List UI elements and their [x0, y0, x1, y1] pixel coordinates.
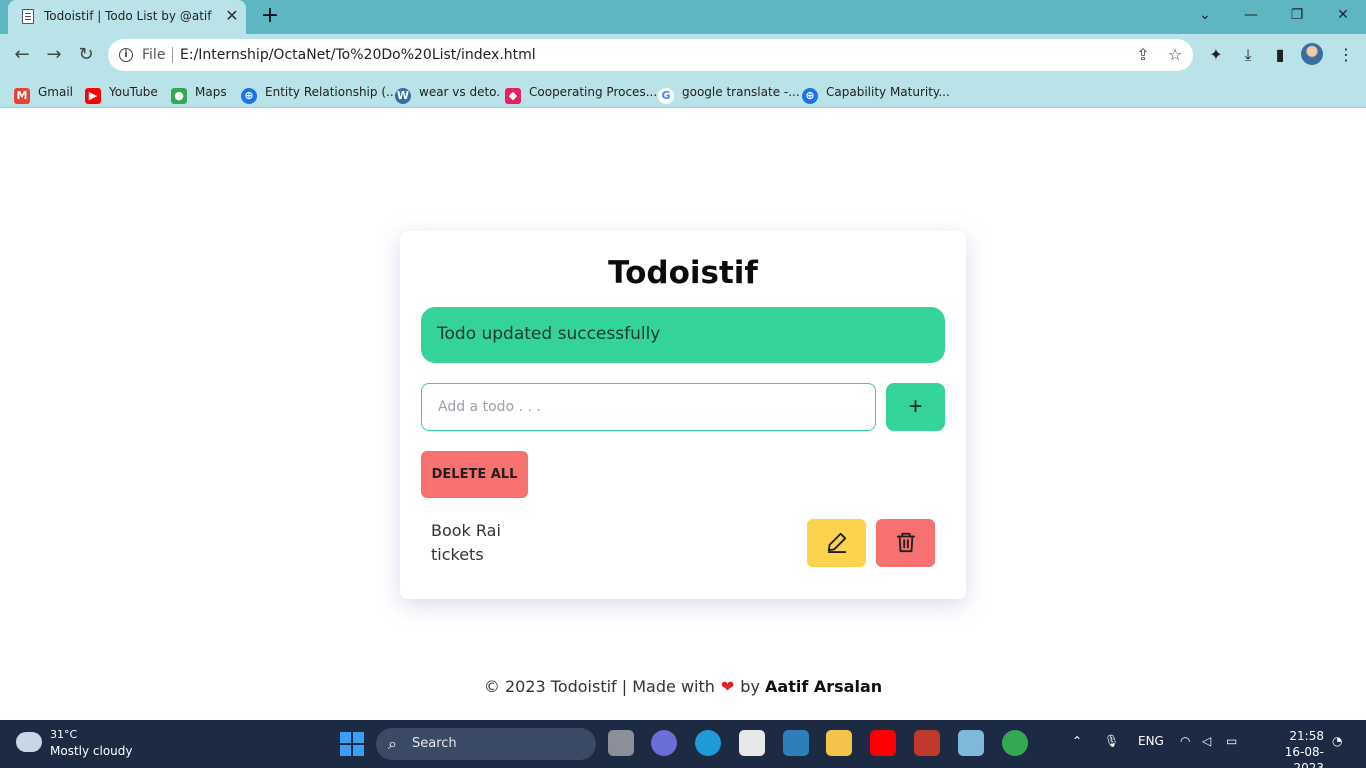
- minimize-button[interactable]: —: [1236, 3, 1266, 27]
- maps-icon: ●: [171, 88, 187, 104]
- youtube-icon[interactable]: [870, 730, 896, 756]
- download-icon[interactable]: ⤓: [1236, 43, 1260, 67]
- browser-toolbar: ← → ↻ i File E:/Internship/OctaNet/To%20…: [0, 34, 1366, 76]
- wifi-icon[interactable]: ◠: [1180, 734, 1190, 748]
- bookmark-label: YouTube: [109, 85, 158, 99]
- start-button[interactable]: [340, 732, 364, 756]
- youtube-icon: ▶: [85, 88, 101, 104]
- reload-button[interactable]: ↻: [74, 43, 98, 67]
- divider: [172, 47, 173, 63]
- heart-icon: ❤: [720, 677, 735, 696]
- volume-icon[interactable]: ◁: [1202, 734, 1211, 748]
- edit-button[interactable]: [807, 519, 866, 567]
- star-icon[interactable]: ☆: [1165, 45, 1185, 65]
- trash-icon: [896, 532, 916, 553]
- side-panel-icon[interactable]: ▮: [1268, 43, 1292, 67]
- todo-text: Book Rai tickets: [431, 521, 501, 564]
- footer-text: © 2023 Todoistif | Made with: [483, 677, 715, 696]
- bookmark-label: Entity Relationship (...: [265, 85, 398, 99]
- wordpress-icon: W: [395, 88, 411, 104]
- success-alert: Todo updated successfully: [421, 307, 945, 363]
- info-icon[interactable]: i: [119, 48, 133, 62]
- restore-button[interactable]: ❐: [1282, 3, 1312, 27]
- app-icon[interactable]: [783, 730, 809, 756]
- bookmark-label: wear vs deto.: [419, 85, 501, 99]
- bookmark-capability-maturity[interactable]: ⊕ Capability Maturity...: [802, 82, 950, 104]
- edge-icon[interactable]: [695, 730, 721, 756]
- store-icon[interactable]: [739, 730, 765, 756]
- weather-condition: Mostly cloudy: [50, 744, 133, 758]
- language-indicator[interactable]: ENG: [1138, 734, 1164, 748]
- close-icon[interactable]: ✕: [223, 7, 241, 25]
- chat-icon[interactable]: [651, 730, 677, 756]
- todo-item: Book Rai tickets: [421, 519, 945, 567]
- pencil-icon: [827, 532, 847, 553]
- clock[interactable]: 21:58 16-08-2023: [1258, 728, 1324, 768]
- file-explorer-icon[interactable]: [826, 730, 852, 756]
- show-hidden-icons[interactable]: ⌃: [1072, 734, 1082, 748]
- bookmark-label: Capability Maturity...: [826, 85, 950, 99]
- battery-icon[interactable]: ▭: [1226, 734, 1237, 748]
- todo-card: Todoistif Todo updated successfully + DE…: [400, 231, 966, 599]
- google-icon: G: [658, 88, 674, 104]
- delete-button[interactable]: [876, 519, 935, 567]
- gmail-icon: M: [14, 88, 30, 104]
- weather-icon[interactable]: [16, 727, 42, 752]
- search-label: Search: [412, 736, 457, 751]
- footer-author: Aatif Arsalan: [765, 677, 883, 696]
- url-text[interactable]: E:/Internship/OctaNet/To%20Do%20List/ind…: [180, 47, 536, 63]
- bookmark-maps[interactable]: ● Maps: [171, 82, 227, 104]
- bookmark-cooperating-process[interactable]: ◆ Cooperating Proces...: [505, 82, 658, 104]
- scheme-label: File: [142, 47, 166, 63]
- back-button[interactable]: ←: [10, 43, 34, 67]
- app-title: Todoistif: [608, 255, 758, 291]
- page-footer: © 2023 Todoistif | Made with ❤ by Aatif Ar…: [0, 677, 1366, 696]
- address-bar[interactable]: i File E:/Internship/OctaNet/To%20Do%20L…: [108, 39, 1193, 71]
- plus-icon: +: [908, 393, 923, 420]
- bookmark-entity-relationship[interactable]: ⊕ Entity Relationship (...: [241, 82, 398, 104]
- bookmark-youtube[interactable]: ▶ YouTube: [85, 82, 158, 104]
- browser-tab[interactable]: Todoistif | Todo List by @atif ✕: [8, 0, 246, 34]
- delete-all-button[interactable]: DELETE ALL: [421, 451, 528, 498]
- search-icon: ⌕: [388, 734, 397, 753]
- menu-icon[interactable]: ⋮: [1334, 43, 1358, 67]
- camera-icon[interactable]: [914, 730, 940, 756]
- bookmark-gmail[interactable]: M Gmail: [14, 82, 74, 104]
- page-icon: [22, 9, 34, 24]
- bookmark-label: Cooperating Proces...: [529, 85, 658, 99]
- bookmark-label: Maps: [195, 85, 227, 99]
- tab-search-icon[interactable]: ⌄: [1190, 3, 1220, 27]
- bookmark-label: google translate -...: [682, 85, 800, 99]
- temperature: 31°C: [50, 728, 78, 741]
- notification-icon[interactable]: ◔: [1332, 734, 1342, 748]
- bookmarks-bar: M Gmail ▶ YouTube ● Maps ⊕ Entity Relationsh…: [0, 76, 1366, 108]
- bookmark-wear-vs-deto[interactable]: Wwear vs deto.: [395, 82, 501, 104]
- tab-title: Todoistif | Todo List by @atif: [44, 9, 212, 23]
- taskbar-search[interactable]: ⌕ Search: [376, 728, 596, 760]
- globe-icon: ⊕: [802, 88, 818, 104]
- todo-input[interactable]: [421, 383, 876, 431]
- control-panel-icon[interactable]: [958, 730, 984, 756]
- tab-bar: Todoistif | Todo List by @atif ✕ + ⌄ — ❐…: [0, 0, 1366, 34]
- globe-icon: ⊕: [241, 88, 257, 104]
- add-todo-button[interactable]: +: [886, 383, 945, 431]
- bookmark-google-translate[interactable]: Ggoogle translate -...: [658, 82, 800, 104]
- time: 21:58: [1289, 729, 1324, 743]
- bookmark-label: Gmail: [38, 85, 74, 99]
- alert-message: Todo updated successfully: [437, 324, 661, 344]
- extensions-icon[interactable]: ✦: [1204, 43, 1228, 67]
- task-view-icon[interactable]: [608, 730, 634, 756]
- new-tab-button[interactable]: +: [258, 5, 282, 29]
- close-window-button[interactable]: ✕: [1328, 3, 1358, 27]
- microphone-icon[interactable]: 🎙: [1104, 734, 1119, 748]
- box-icon: ◆: [505, 88, 521, 104]
- chrome-icon[interactable]: [1002, 730, 1028, 756]
- forward-button[interactable]: →: [42, 43, 66, 67]
- date: 16-08-2023: [1284, 745, 1324, 768]
- taskbar: 31°C Mostly cloudy ⌕ Search ⌃ 🎙 ENG ◠ ◁ …: [0, 720, 1366, 768]
- share-icon[interactable]: ⇪: [1133, 45, 1153, 65]
- footer-by: by: [740, 677, 760, 696]
- profile-avatar[interactable]: [1301, 43, 1323, 65]
